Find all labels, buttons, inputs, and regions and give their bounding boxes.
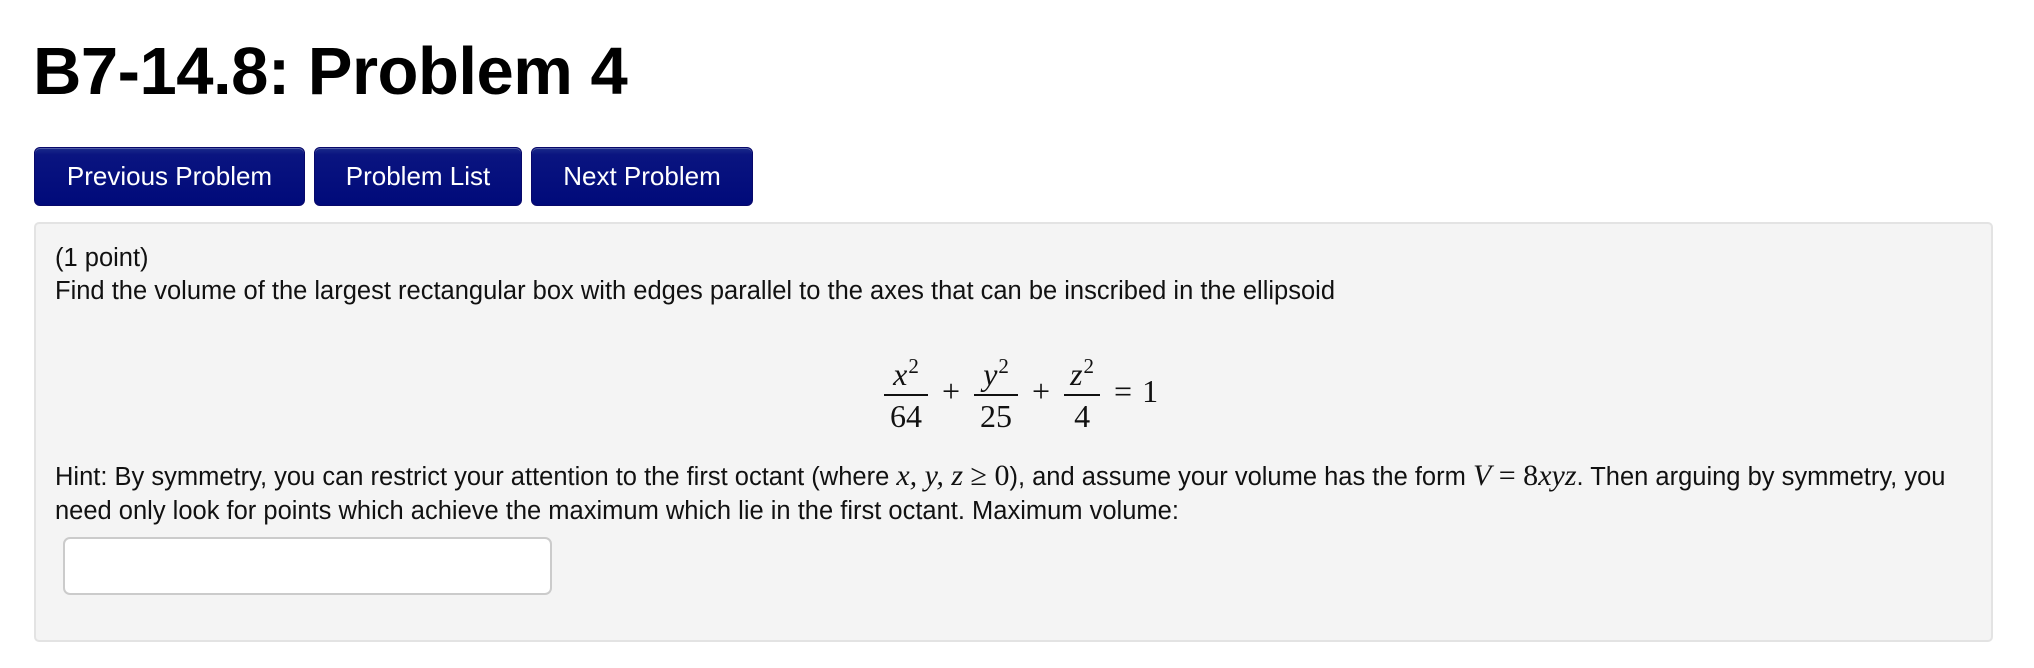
hint-part-1: Hint: By symmetry, you can restrict your…: [55, 463, 897, 491]
hint-math-equals: = 8: [1491, 459, 1539, 492]
points-label: (1 point): [55, 244, 149, 272]
equals-operator: =: [1114, 372, 1133, 409]
plus-operator: +: [1032, 372, 1051, 409]
numerator-x: x: [893, 356, 908, 392]
hint-math-volume: V: [1472, 459, 1492, 492]
numerator-y: y: [983, 356, 998, 392]
exponent-z: 2: [1083, 354, 1095, 378]
hint-math-inequality: ≥ 0: [963, 459, 1010, 492]
maximum-volume-input[interactable]: [63, 537, 552, 595]
hint-part-2: ), and assume your volume has the form: [1009, 463, 1473, 491]
exponent-y: 2: [998, 354, 1009, 378]
fraction-z: z2 4: [1064, 348, 1101, 434]
hint-math-variables: x, y, z: [896, 459, 963, 492]
numerator-z: z: [1070, 356, 1083, 392]
hint-text: Hint: By symmetry, you can restrict your…: [55, 459, 1960, 528]
denominator-x: 64: [890, 398, 922, 434]
problem-list-button[interactable]: Problem List: [314, 147, 522, 206]
problem-navigation: Previous Problem Problem List Next Probl…: [34, 147, 753, 206]
next-problem-button[interactable]: Next Problem: [531, 147, 753, 206]
denominator-y: 25: [980, 398, 1013, 434]
question-text: Find the volume of the largest rectangul…: [55, 277, 1336, 305]
previous-problem-button[interactable]: Previous Problem: [34, 147, 305, 206]
hint-math-xyz: xyz: [1538, 459, 1577, 492]
plus-operator: +: [942, 372, 961, 409]
problem-panel: (1 point) Find the volume of the largest…: [34, 222, 1993, 642]
equation-rhs: 1: [1142, 372, 1159, 409]
fraction-y: y2 25: [974, 348, 1019, 434]
denominator-z: 4: [1074, 398, 1091, 434]
ellipsoid-equation: x2 64 + y2 25 + z2 4 = 1: [880, 348, 1159, 434]
exponent-x: 2: [908, 354, 919, 378]
page-title: B7-14.8: Problem 4: [33, 34, 628, 109]
fraction-x: x2 64: [884, 348, 928, 434]
